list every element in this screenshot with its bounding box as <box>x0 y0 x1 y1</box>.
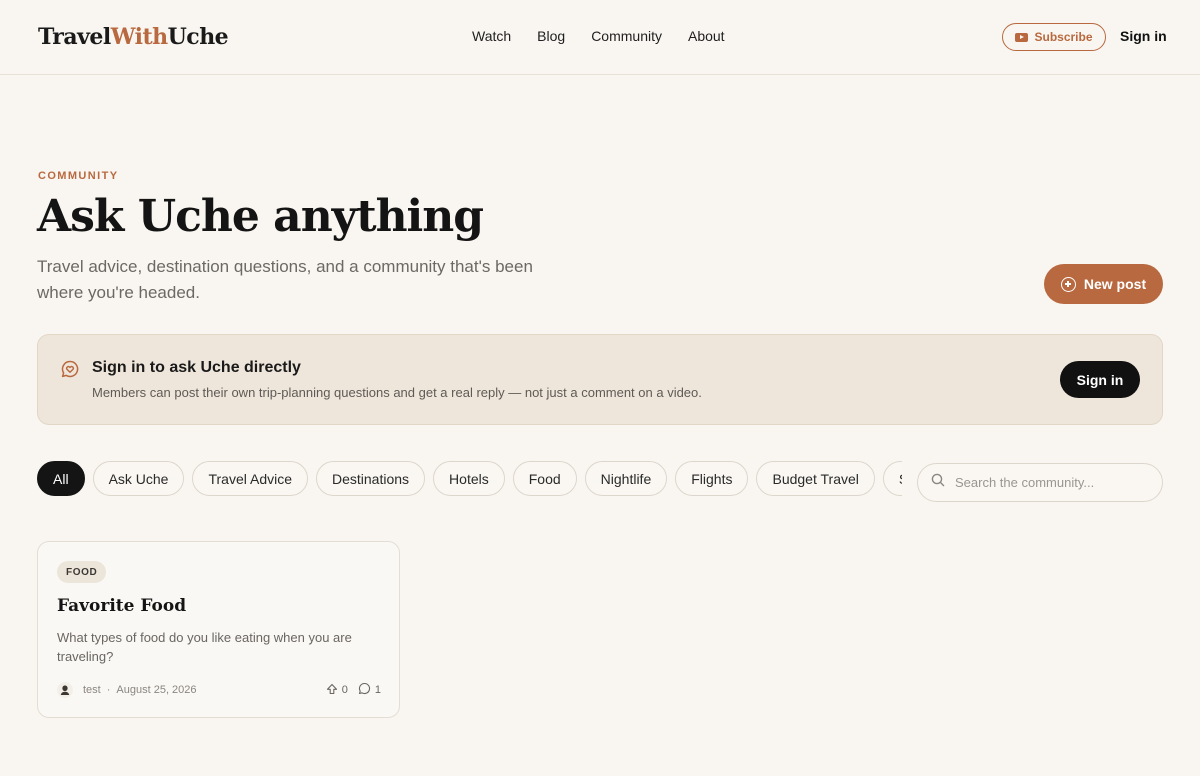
upvote-count: 0 <box>341 684 348 696</box>
site-logo[interactable]: TravelWithUche <box>38 24 229 50</box>
new-post-button[interactable]: New post <box>1044 264 1163 304</box>
nav-about[interactable]: About <box>688 28 725 44</box>
meta-separator: · <box>106 684 111 696</box>
nav-community[interactable]: Community <box>591 28 662 44</box>
avatar <box>57 682 73 698</box>
chip-nightlife[interactable]: Nightlife <box>584 461 668 496</box>
new-post-label: New post <box>1083 276 1147 292</box>
post-stats: 0 1 <box>326 682 381 698</box>
post-card[interactable]: FOOD Favorite Food What types of food do… <box>37 541 400 718</box>
comment-icon <box>358 682 371 698</box>
site-header: TravelWithUche Watch Blog Community Abou… <box>0 0 1200 75</box>
heart-chat-icon <box>60 359 80 384</box>
chip-destinations[interactable]: Destinations <box>316 461 426 496</box>
chip-hotels[interactable]: Hotels <box>433 461 505 496</box>
plus-circle-icon <box>1060 276 1076 292</box>
logo-text-with: With <box>110 24 168 50</box>
chip-budget-travel[interactable]: Budget Travel <box>756 461 875 496</box>
search-icon <box>931 473 945 492</box>
post-category-tag[interactable]: FOOD <box>57 561 107 583</box>
community-search <box>917 463 1163 502</box>
banner-description: Members can post their own trip-planning… <box>92 385 702 400</box>
chip-truncated[interactable]: Sc <box>882 461 902 496</box>
upvote-stat[interactable]: 0 <box>326 683 348 698</box>
search-input[interactable] <box>955 475 1145 490</box>
chip-travel-advice[interactable]: Travel Advice <box>192 461 308 496</box>
logo-text-uche: Uche <box>167 24 229 50</box>
youtube-icon <box>1015 32 1029 42</box>
nav-blog[interactable]: Blog <box>537 28 565 44</box>
chip-all[interactable]: All <box>37 461 85 496</box>
comment-count: 1 <box>374 684 381 696</box>
signin-banner: Sign in to ask Uche directly Members can… <box>37 334 1163 425</box>
main-nav: Watch Blog Community About <box>472 28 725 44</box>
chip-ask-uche[interactable]: Ask Uche <box>92 461 185 496</box>
page-title: Ask Uche anything <box>37 191 484 242</box>
post-title[interactable]: Favorite Food <box>57 596 186 616</box>
post-meta: test · August 25, 2026 <box>57 682 197 698</box>
nav-watch[interactable]: Watch <box>472 28 511 44</box>
page-subtitle: Travel advice, destination questions, an… <box>37 257 533 302</box>
section-eyebrow: COMMUNITY <box>38 170 119 182</box>
header-signin-link[interactable]: Sign in <box>1120 28 1167 44</box>
subscribe-label: Subscribe <box>1034 30 1093 44</box>
chip-flights[interactable]: Flights <box>675 461 749 496</box>
banner-title: Sign in to ask Uche directly <box>92 359 301 376</box>
logo-text-travel: Travel <box>38 24 111 50</box>
post-excerpt: What types of food do you like eating wh… <box>57 630 352 664</box>
category-filter-chips: All Ask Uche Travel Advice Destinations … <box>37 461 902 497</box>
subscribe-button[interactable]: Subscribe <box>1002 23 1106 51</box>
upvote-icon <box>326 683 338 698</box>
comment-stat[interactable]: 1 <box>358 682 381 698</box>
post-date: August 25, 2026 <box>116 684 197 696</box>
chip-food[interactable]: Food <box>512 461 577 496</box>
banner-signin-button[interactable]: Sign in <box>1060 361 1140 398</box>
post-author[interactable]: test <box>83 684 101 696</box>
